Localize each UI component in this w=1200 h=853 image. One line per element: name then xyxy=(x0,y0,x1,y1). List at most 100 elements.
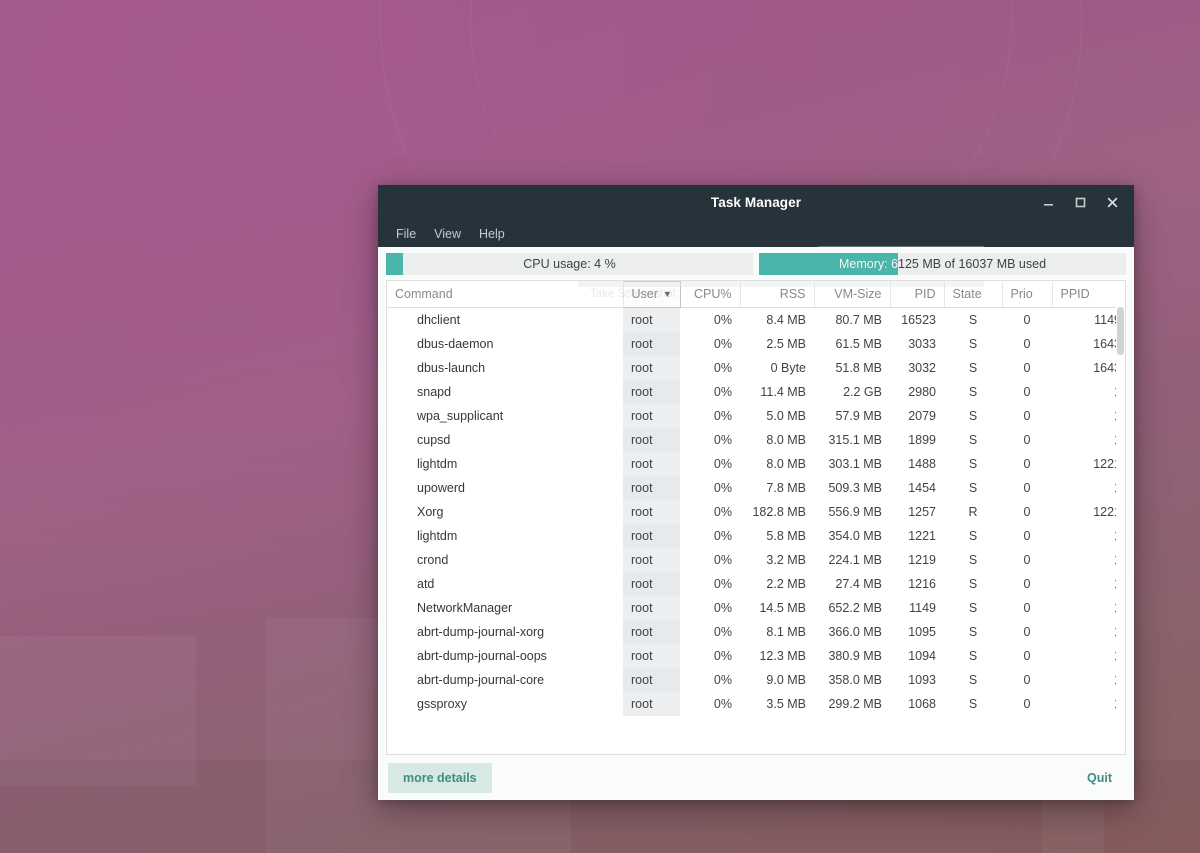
cell-rss: 3.2 MB xyxy=(740,548,814,572)
cell-rss: 14.5 MB xyxy=(740,596,814,620)
cell-user: root xyxy=(623,476,680,500)
cell-state: S xyxy=(944,692,1002,716)
window-titlebar[interactable]: Task Manager xyxy=(378,185,1134,220)
cell-pid: 1149 xyxy=(890,596,944,620)
table-row[interactable]: Xorgroot0%182.8 MB556.9 MB1257R01221 xyxy=(387,500,1126,524)
cell-user: root xyxy=(623,692,680,716)
maximize-icon[interactable] xyxy=(1064,189,1096,217)
process-table-body: dhclientroot0%8.4 MB80.7 MB16523S01149db… xyxy=(387,307,1126,716)
cell-command: abrt-dump-journal-core xyxy=(387,668,623,692)
cell-pid: 2980 xyxy=(890,380,944,404)
cell-command: cupsd xyxy=(387,428,623,452)
cell-user: root xyxy=(623,380,680,404)
table-row[interactable]: dbus-daemonroot0%2.5 MB61.5 MB3033S01643 xyxy=(387,332,1126,356)
cell-vmsize: 80.7 MB xyxy=(814,307,890,332)
cell-state: S xyxy=(944,644,1002,668)
cell-prio: 0 xyxy=(1002,524,1052,548)
table-row[interactable]: crondroot0%3.2 MB224.1 MB1219S01 xyxy=(387,548,1126,572)
table-scrollbar[interactable] xyxy=(1116,307,1125,754)
table-row[interactable]: atdroot0%2.2 MB27.4 MB1216S01 xyxy=(387,572,1126,596)
menu-item-help[interactable]: Help xyxy=(470,224,514,244)
cell-prio: 0 xyxy=(1002,428,1052,452)
cell-state: S xyxy=(944,428,1002,452)
cell-rss: 3.5 MB xyxy=(740,692,814,716)
cell-cpu: 0% xyxy=(680,668,740,692)
cell-cpu: 0% xyxy=(680,307,740,332)
cell-state: S xyxy=(944,620,1002,644)
cell-ppid: 1 xyxy=(1052,644,1126,668)
table-row[interactable]: lightdmroot0%8.0 MB303.1 MB1488S01221 xyxy=(387,452,1126,476)
cell-vmsize: 354.0 MB xyxy=(814,524,890,548)
cell-prio: 0 xyxy=(1002,307,1052,332)
cell-rss: 8.0 MB xyxy=(740,452,814,476)
cell-pid: 1068 xyxy=(890,692,944,716)
cell-cpu: 0% xyxy=(680,380,740,404)
menu-item-view[interactable]: View xyxy=(425,224,470,244)
cell-command: crond xyxy=(387,548,623,572)
table-row[interactable]: gssproxyroot0%3.5 MB299.2 MB1068S01 xyxy=(387,692,1126,716)
cell-prio: 0 xyxy=(1002,500,1052,524)
cell-user: root xyxy=(623,428,680,452)
cell-pid: 1095 xyxy=(890,620,944,644)
minimize-icon[interactable] xyxy=(1032,189,1064,217)
column-header-command[interactable]: Command xyxy=(387,282,623,308)
cell-state: S xyxy=(944,572,1002,596)
table-row[interactable]: abrt-dump-journal-xorgroot0%8.1 MB366.0 … xyxy=(387,620,1126,644)
cell-pid: 16523 xyxy=(890,307,944,332)
cell-rss: 8.1 MB xyxy=(740,620,814,644)
cell-rss: 2.2 MB xyxy=(740,572,814,596)
cell-state: S xyxy=(944,380,1002,404)
cell-rss: 2.5 MB xyxy=(740,332,814,356)
cell-state: S xyxy=(944,356,1002,380)
column-header-state[interactable]: State xyxy=(944,282,1002,308)
cell-user: root xyxy=(623,404,680,428)
table-row[interactable]: snapdroot0%11.4 MB2.2 GB2980S01 xyxy=(387,380,1126,404)
cell-user: root xyxy=(623,644,680,668)
cell-vmsize: 51.8 MB xyxy=(814,356,890,380)
column-header-pid[interactable]: PID xyxy=(890,282,944,308)
table-row[interactable]: cupsdroot0%8.0 MB315.1 MB1899S01 xyxy=(387,428,1126,452)
window-controls xyxy=(1032,185,1128,220)
table-row[interactable]: NetworkManagerroot0%14.5 MB652.2 MB1149S… xyxy=(387,596,1126,620)
cell-command: upowerd xyxy=(387,476,623,500)
table-row[interactable]: lightdmroot0%5.8 MB354.0 MB1221S01 xyxy=(387,524,1126,548)
cell-user: root xyxy=(623,596,680,620)
cell-user: root xyxy=(623,524,680,548)
close-icon[interactable] xyxy=(1096,189,1128,217)
menu-item-file[interactable]: File xyxy=(387,224,425,244)
table-row[interactable]: dbus-launchroot0%0 Byte51.8 MB3032S01643 xyxy=(387,356,1126,380)
column-header-prio[interactable]: Prio xyxy=(1002,282,1052,308)
window-bottom-bar: more details Quit xyxy=(378,755,1134,800)
table-row[interactable]: abrt-dump-journal-oopsroot0%12.3 MB380.9… xyxy=(387,644,1126,668)
cell-cpu: 0% xyxy=(680,356,740,380)
quit-button[interactable]: Quit xyxy=(1075,763,1124,793)
column-header-cpu[interactable]: CPU% xyxy=(680,282,740,308)
column-header-rss[interactable]: RSS xyxy=(740,282,814,308)
cell-ppid: 1643 xyxy=(1052,332,1126,356)
more-details-button[interactable]: more details xyxy=(388,763,492,793)
cell-ppid: 1 xyxy=(1052,572,1126,596)
table-row[interactable]: abrt-dump-journal-coreroot0%9.0 MB358.0 … xyxy=(387,668,1126,692)
cell-command: wpa_supplicant xyxy=(387,404,623,428)
cell-vmsize: 380.9 MB xyxy=(814,644,890,668)
cell-command: dbus-daemon xyxy=(387,332,623,356)
cell-prio: 0 xyxy=(1002,404,1052,428)
cell-command: lightdm xyxy=(387,452,623,476)
column-header-vmsize[interactable]: VM-Size xyxy=(814,282,890,308)
column-header-user[interactable]: User▼ xyxy=(623,282,680,308)
cell-pid: 1899 xyxy=(890,428,944,452)
cell-rss: 8.0 MB xyxy=(740,428,814,452)
cell-vmsize: 303.1 MB xyxy=(814,452,890,476)
memory-usage-meter: Memory: 6125 MB of 16037 MB used Memory:… xyxy=(759,253,1126,275)
column-header-ppid[interactable]: PPID xyxy=(1052,282,1126,308)
cell-ppid: 1 xyxy=(1052,548,1126,572)
table-row[interactable]: wpa_supplicantroot0%5.0 MB57.9 MB2079S01 xyxy=(387,404,1126,428)
cell-state: S xyxy=(944,404,1002,428)
cell-cpu: 0% xyxy=(680,452,740,476)
cell-pid: 1454 xyxy=(890,476,944,500)
table-row[interactable]: dhclientroot0%8.4 MB80.7 MB16523S01149 xyxy=(387,307,1126,332)
cell-ppid: 1 xyxy=(1052,596,1126,620)
table-row[interactable]: upowerdroot0%7.8 MB509.3 MB1454S01 xyxy=(387,476,1126,500)
cell-prio: 0 xyxy=(1002,356,1052,380)
table-scrollbar-thumb[interactable] xyxy=(1117,307,1124,355)
